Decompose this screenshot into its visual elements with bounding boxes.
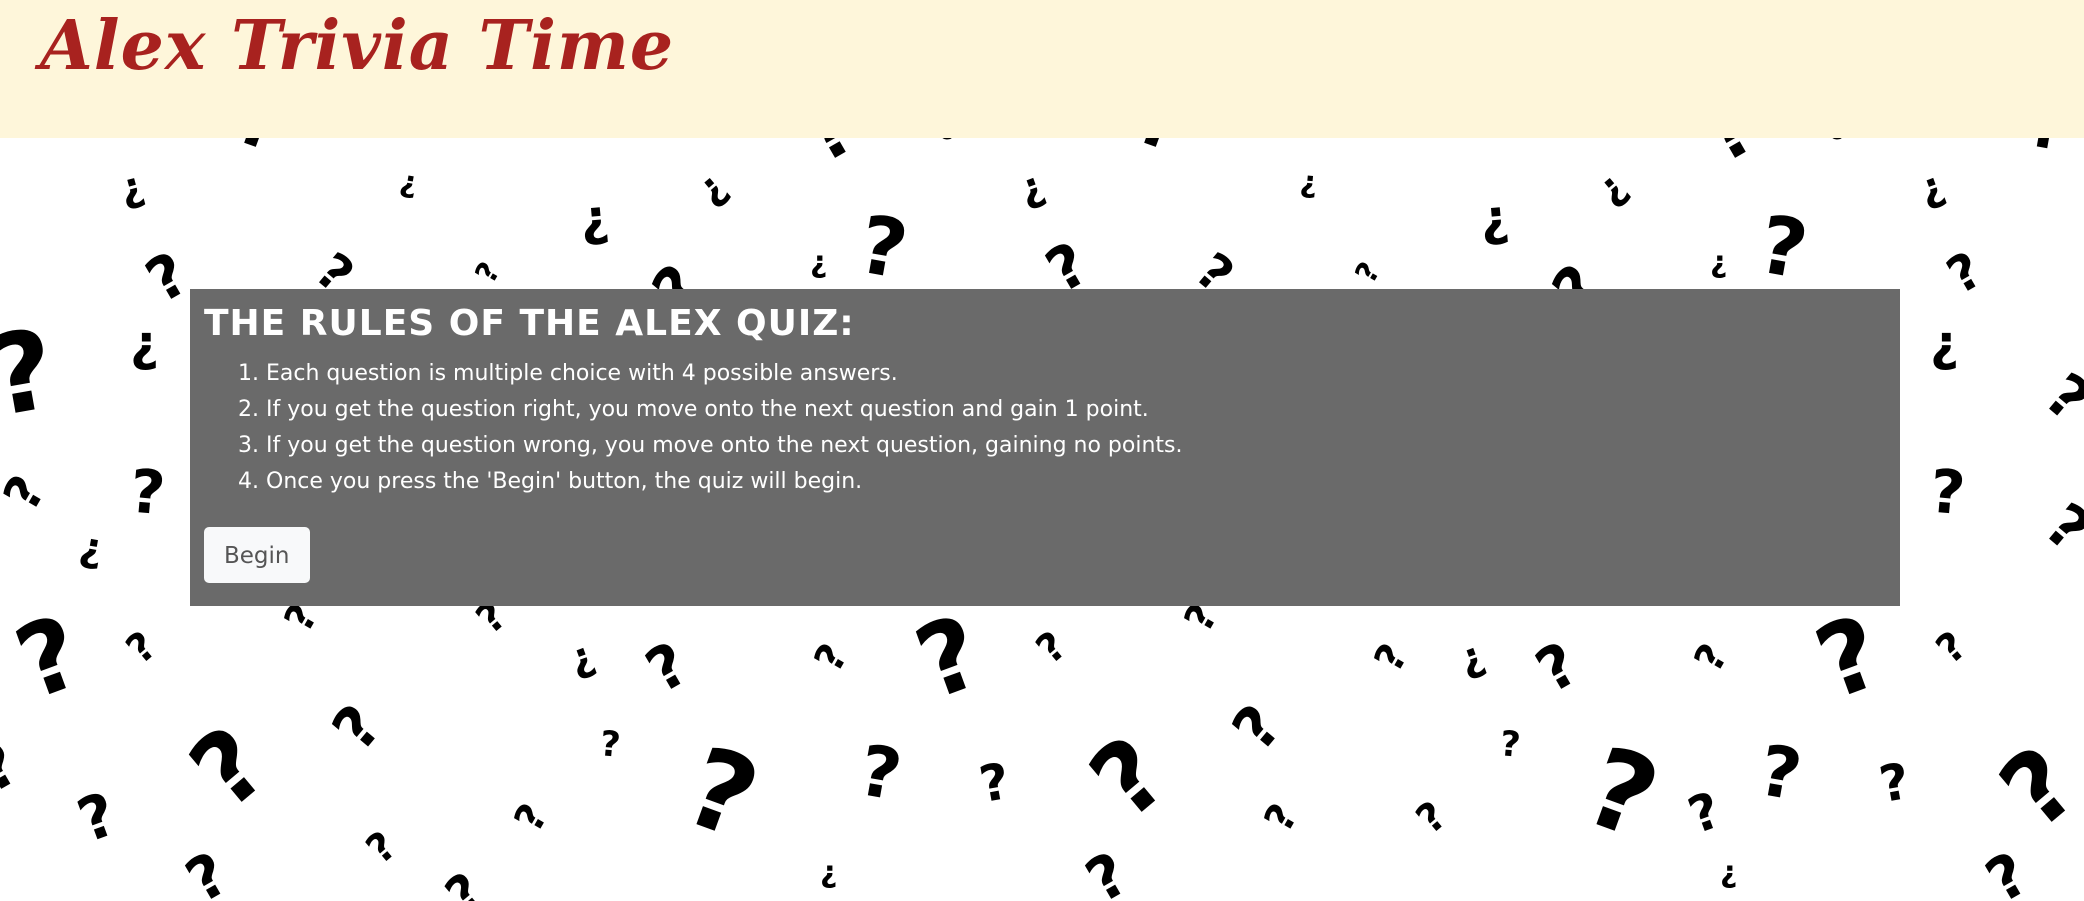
question-mark-icon: ?: [670, 721, 774, 865]
question-mark-icon: ?: [0, 304, 65, 442]
question-mark-icon: ?: [1875, 751, 1914, 815]
question-mark-icon: ¿: [1710, 245, 1728, 280]
question-mark-icon: ?: [227, 138, 293, 168]
question-mark-icon: ?: [1255, 796, 1308, 840]
question-mark-icon: ?: [2031, 359, 2084, 437]
question-mark-icon: ?: [1974, 838, 2040, 901]
question-mark-icon: ¿: [562, 632, 601, 684]
question-mark-icon: ?: [1978, 724, 2084, 852]
rules-panel: The rules of the Alex Quiz: Each questio…: [190, 289, 1900, 606]
question-mark-icon: ?: [1570, 721, 1674, 865]
question-mark-icon: ?: [2031, 489, 2084, 567]
question-mark-icon: ?: [1685, 636, 1738, 680]
question-mark-icon: ¿: [1477, 187, 1512, 249]
question-mark-icon: ¿: [1930, 314, 1960, 372]
question-mark-icon: ¿: [1720, 855, 1738, 890]
question-mark-icon: ?: [1927, 622, 1976, 674]
question-mark-icon: ?: [117, 622, 166, 674]
question-mark-icon: ?: [975, 751, 1014, 815]
question-mark-icon: ?: [127, 456, 168, 530]
rule-item: If you get the question right, you move …: [266, 392, 1886, 428]
question-mark-icon: ?: [468, 256, 508, 290]
question-mark-icon: ?: [901, 592, 997, 723]
question-mark-icon: ?: [634, 628, 700, 708]
question-mark-icon: ?: [174, 838, 240, 901]
question-mark-icon: ¿: [687, 162, 736, 214]
question-mark-icon: ?: [1365, 636, 1418, 680]
question-mark-icon: ?: [1348, 256, 1388, 290]
question-mark-icon: ?: [1937, 240, 1992, 306]
rule-item: If you get the question wrong, you move …: [266, 428, 1886, 464]
rules-heading: The rules of the Alex Quiz:: [204, 303, 855, 344]
question-mark-icon: ¿: [1298, 164, 1319, 201]
question-mark-icon: ¿: [1587, 162, 1636, 214]
question-mark-icon: ?: [505, 796, 558, 840]
question-mark-icon: ?: [792, 138, 868, 179]
question-mark-icon: ¿: [114, 162, 149, 214]
question-mark-icon: ¿: [1830, 138, 1843, 140]
question-mark-icon: ¿: [1912, 162, 1951, 214]
question-mark-icon: ¿: [130, 314, 160, 372]
question-mark-icon: ?: [1407, 792, 1456, 844]
question-mark-icon: ?: [0, 465, 57, 521]
question-mark-icon: ?: [852, 197, 915, 298]
question-mark-icon: ?: [1801, 592, 1897, 723]
question-mark-icon: ?: [319, 692, 396, 764]
question-mark-icon: ?: [357, 822, 406, 874]
question-mark-icon: ?: [805, 636, 858, 680]
question-mark-icon: ¿: [820, 855, 838, 890]
question-mark-icon: ?: [69, 779, 126, 857]
question-mark-icon: ?: [434, 861, 495, 901]
question-mark-icon: ?: [598, 724, 623, 766]
question-mark-icon: ?: [1027, 622, 1076, 674]
question-mark-icon: ?: [168, 704, 289, 832]
question-mark-icon: ¿: [1452, 632, 1491, 684]
question-mark-icon: ¿: [940, 138, 953, 140]
question-mark-icon: ?: [1127, 138, 1193, 168]
question-mark-icon: ?: [2024, 138, 2070, 165]
question-mark-icon: ?: [1219, 692, 1296, 764]
question-mark-icon: ?: [1927, 456, 1968, 530]
question-mark-icon: ¿: [1012, 162, 1051, 214]
question-mark-icon: ¿: [76, 523, 108, 573]
question-mark-icon: ?: [134, 238, 200, 318]
question-mark-icon: ?: [1753, 729, 1808, 817]
question-mark-icon: ?: [1752, 197, 1815, 298]
question-mark-icon: ?: [1680, 780, 1729, 846]
site-title: Alex Trivia Time: [40, 6, 675, 86]
question-mark-icon: ?: [1, 592, 97, 723]
question-mark-icon: ?: [1498, 724, 1523, 766]
question-mark-icon: ?: [1692, 138, 1768, 179]
question-mark-icon: ¿: [810, 245, 828, 280]
rules-list: Each question is multiple choice with 4 …: [204, 356, 1886, 500]
question-mark-icon: ?: [853, 729, 908, 817]
question-mark-icon: ?: [0, 728, 30, 808]
question-mark-icon: ?: [1524, 628, 1590, 708]
rule-item: Once you press the 'Begin' button, the q…: [266, 464, 1886, 500]
question-mark-icon: ¿: [577, 187, 612, 249]
site-header: Alex Trivia Time: [0, 0, 2084, 138]
begin-button[interactable]: Begin: [204, 527, 310, 583]
rule-item: Each question is multiple choice with 4 …: [266, 356, 1886, 392]
question-mark-icon: ?: [1068, 714, 1189, 842]
question-mark-icon: ¿: [397, 163, 421, 202]
question-mark-icon: ?: [1074, 838, 1140, 901]
